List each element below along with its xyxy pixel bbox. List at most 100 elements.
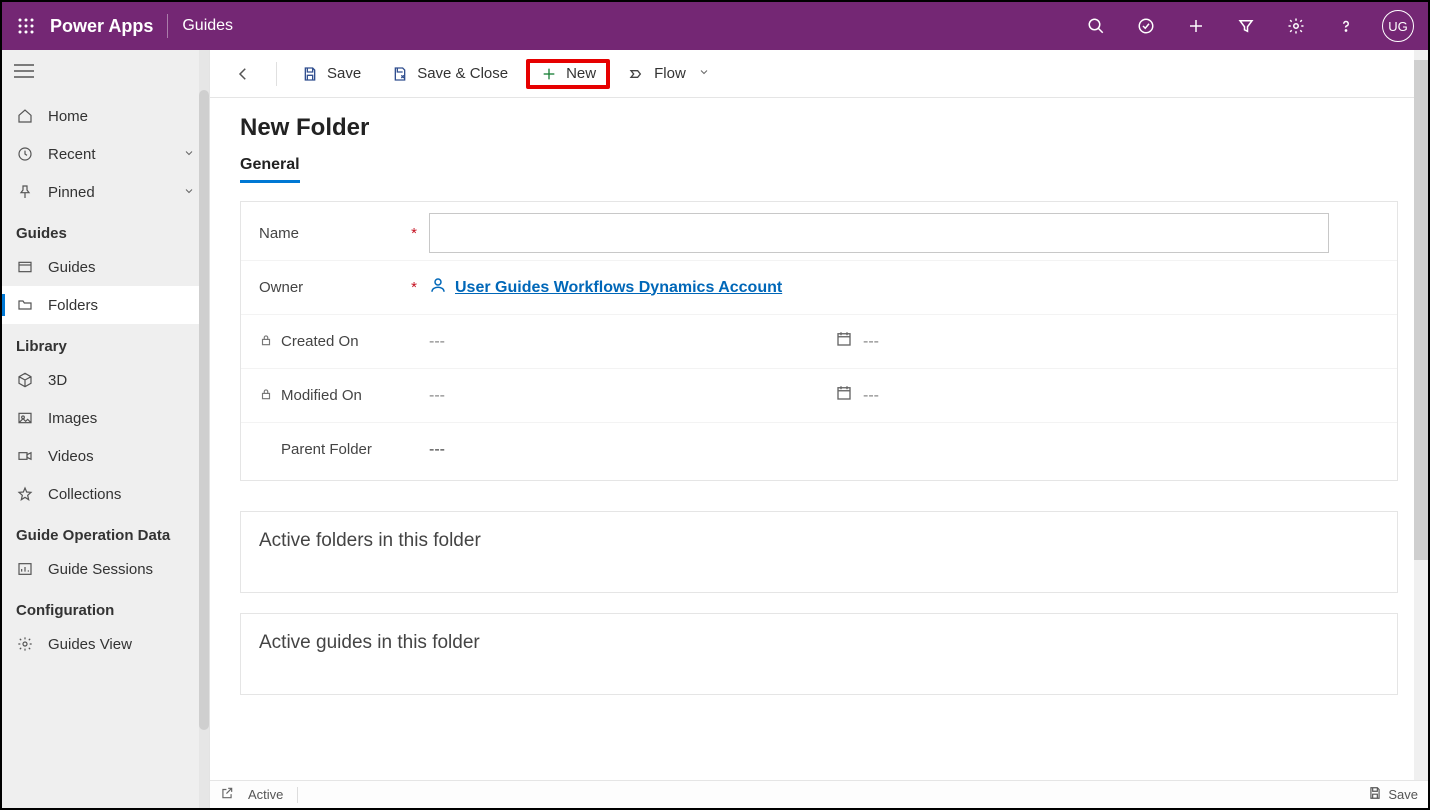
calendar-icon [835,330,853,353]
folder-icon [16,296,34,314]
plus-icon [540,65,558,83]
parent-value: --- [429,441,445,459]
image-icon [16,409,34,427]
sidebar-item-videos[interactable]: Videos [2,437,209,475]
new-label: New [566,65,596,82]
owner-link[interactable]: User Guides Workflows Dynamics Account [429,276,782,299]
sidebar-section-config: Configuration [2,588,209,625]
lock-icon [259,333,273,351]
avatar[interactable]: UG [1382,10,1414,42]
cube-icon [16,371,34,389]
chart-icon [16,560,34,578]
sidebar-item-label: Collections [48,486,121,503]
sidebar-item-guides[interactable]: Guides [2,248,209,286]
name-input[interactable] [429,213,1329,253]
save-close-label: Save & Close [417,65,508,82]
command-bar: Save Save & Close New Flow [210,50,1428,98]
person-icon [429,276,447,299]
sidebar-section-library: Library [2,324,209,361]
calendar-icon [835,384,853,407]
sidebar-toggle[interactable] [2,50,209,97]
save-icon [301,65,319,83]
flow-label: Flow [654,65,686,82]
sidebar-item-label: Pinned [48,184,95,201]
sidebar-item-label: Folders [48,297,98,314]
clock-icon [16,145,34,163]
modified-time-value: --- [863,387,879,405]
header-actions: UG [1082,10,1414,42]
content-scrollbar-thumb[interactable] [1414,60,1428,560]
sidebar-item-guide-sessions[interactable]: Guide Sessions [2,550,209,588]
created-date-value: --- [429,333,445,351]
subgrid-title: Active guides in this folder [259,632,1379,654]
status-text: Active [248,787,283,802]
sidebar-scrollbar-thumb[interactable] [199,90,209,730]
page-title: New Folder [240,114,1398,142]
save-close-button[interactable]: Save & Close [379,59,520,89]
sidebar-item-collections[interactable]: Collections [2,475,209,513]
lock-icon [259,387,273,405]
flow-icon [628,65,646,83]
modified-label: Modified On [281,387,362,404]
sidebar-item-3d[interactable]: 3D [2,361,209,399]
form-body: New Folder General Name * Owner [210,98,1428,780]
tab-bar: General [240,156,1398,183]
parent-label: Parent Folder [281,441,372,458]
task-check-icon[interactable] [1132,12,1160,40]
filter-icon[interactable] [1232,12,1260,40]
app-name-label: Guides [182,17,233,35]
new-button[interactable]: New [526,59,610,89]
sidebar: Home Recent Pinned Guides Guides Folders… [2,50,210,808]
sidebar-item-pinned[interactable]: Pinned [2,173,209,211]
add-icon[interactable] [1182,12,1210,40]
status-bar: Active Save [210,780,1428,808]
subgrid-active-folders: Active folders in this folder [240,511,1398,593]
popout-icon[interactable] [220,786,234,803]
sidebar-section-gop: Guide Operation Data [2,513,209,550]
statusbar-save-label: Save [1388,787,1418,802]
avatar-initials: UG [1388,19,1408,34]
sidebar-section-guides: Guides [2,211,209,248]
flow-button[interactable]: Flow [616,59,722,89]
name-label: Name [259,225,299,242]
subgrid-active-guides: Active guides in this folder [240,613,1398,695]
help-icon[interactable] [1332,12,1360,40]
sidebar-item-images[interactable]: Images [2,399,209,437]
field-row-name: Name * [241,206,1397,260]
statusbar-save-button[interactable]: Save [1368,786,1418,803]
general-section: Name * Owner * User Guide [240,201,1398,481]
sidebar-item-label: 3D [48,372,67,389]
save-icon [1368,786,1382,803]
brand-label: Power Apps [50,16,153,37]
save-close-icon [391,65,409,83]
statusbar-divider [297,787,298,803]
gear-icon [16,635,34,653]
owner-label: Owner [259,279,303,296]
field-row-owner: Owner * User Guides Workflows Dynamics A… [241,260,1397,314]
chevron-down-icon [183,146,195,163]
save-label: Save [327,65,361,82]
subgrid-title: Active folders in this folder [259,530,1379,552]
field-row-parent: Parent Folder --- [241,422,1397,476]
field-row-modified: Modified On --- --- [241,368,1397,422]
sidebar-item-recent[interactable]: Recent [2,135,209,173]
video-icon [16,447,34,465]
sidebar-item-guides-view[interactable]: Guides View [2,625,209,663]
sidebar-item-label: Guides View [48,636,132,653]
save-button[interactable]: Save [289,59,373,89]
search-icon[interactable] [1082,12,1110,40]
sidebar-item-label: Recent [48,146,96,163]
required-star: * [411,279,417,296]
sidebar-item-label: Guide Sessions [48,561,153,578]
gear-icon[interactable] [1282,12,1310,40]
waffle-icon[interactable] [12,12,40,40]
modified-date-value: --- [429,387,445,405]
sidebar-item-folders[interactable]: Folders [2,286,209,324]
sidebar-item-label: Guides [48,259,96,276]
created-time-value: --- [863,333,879,351]
required-star: * [411,225,417,242]
pin-icon [16,183,34,201]
back-button[interactable] [222,59,264,89]
sidebar-item-home[interactable]: Home [2,97,209,135]
tab-general[interactable]: General [240,156,300,183]
